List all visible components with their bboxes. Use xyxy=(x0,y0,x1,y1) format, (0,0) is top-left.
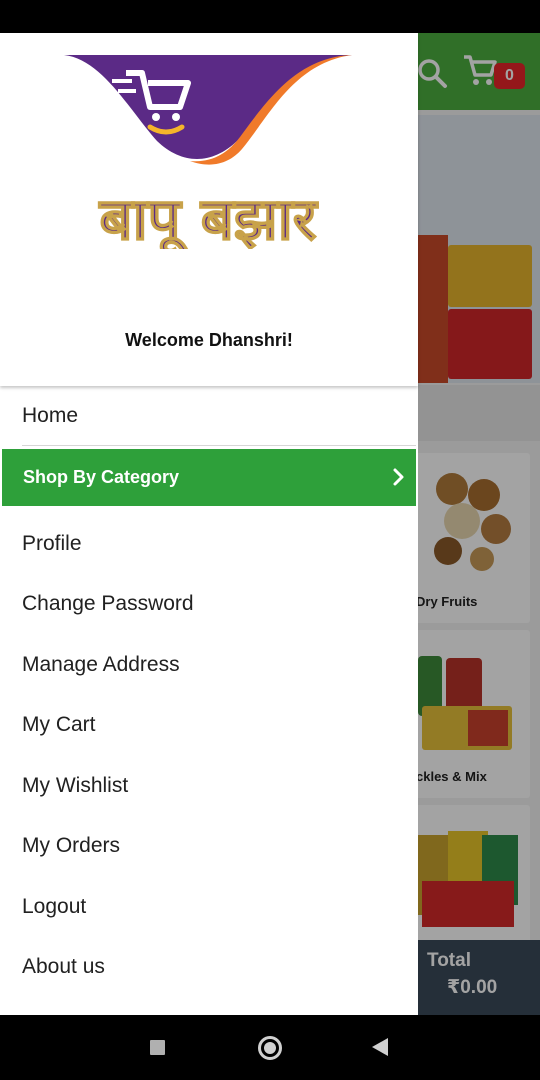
welcome-text: Welcome Dhanshri! xyxy=(125,330,293,350)
menu-item-my-wishlist[interactable]: My Wishlist xyxy=(0,756,418,816)
menu-item-profile[interactable]: Profile xyxy=(0,514,418,574)
svg-text:बापू बझार: बापू बझार xyxy=(99,185,319,249)
menu-item-logout[interactable]: Logout xyxy=(0,877,418,937)
home-button[interactable] xyxy=(258,1036,282,1060)
chevron-right-icon xyxy=(393,468,404,486)
drawer-header: बापू बझार Welcome Dhanshri! xyxy=(0,33,418,386)
menu-item-about-us[interactable]: About us xyxy=(0,937,418,997)
recents-button[interactable] xyxy=(150,1040,165,1055)
menu-item-shop-by-category[interactable]: Shop By Category xyxy=(2,449,416,506)
system-nav-bar xyxy=(0,1015,540,1080)
menu-item-home[interactable]: Home xyxy=(0,386,418,446)
menu-item-change-password[interactable]: Change Password xyxy=(0,574,418,634)
status-bar xyxy=(0,0,540,33)
navigation-drawer: बापू बझार Welcome Dhanshri! Home Shop By… xyxy=(0,33,418,1015)
menu-item-my-cart[interactable]: My Cart xyxy=(0,695,418,755)
bapu-bazar-logo: बापू बझार xyxy=(64,55,352,249)
menu-item-my-orders[interactable]: My Orders xyxy=(0,816,418,876)
back-button[interactable] xyxy=(372,1038,388,1056)
menu-item-label: Shop By Category xyxy=(23,467,180,487)
menu-divider xyxy=(22,445,416,446)
menu-item-manage-address[interactable]: Manage Address xyxy=(0,635,418,695)
